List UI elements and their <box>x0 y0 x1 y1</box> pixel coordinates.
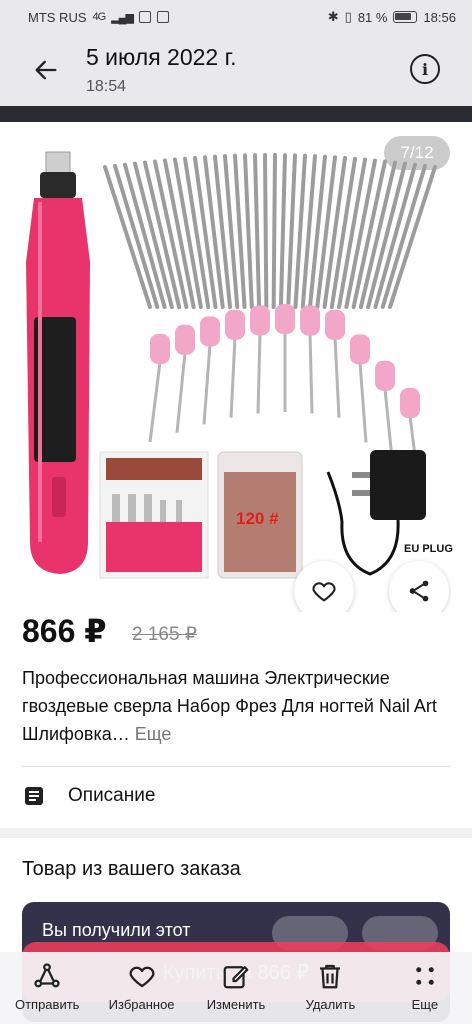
trash-icon <box>320 964 341 989</box>
status-bar: MTS RUS 4G ▂▄▆ ✱ ▯ 81 % 18:56 <box>0 0 472 34</box>
header-divider <box>0 106 472 122</box>
plug-label: EU PLUG <box>404 543 453 555</box>
order-title: Товар из вашего заказа <box>22 858 241 880</box>
price: 866 ₽ <box>22 613 107 649</box>
drill-bit <box>366 161 407 309</box>
network-indicator: 4G <box>92 11 107 23</box>
info-icon: i <box>421 59 429 79</box>
battery-icon <box>393 11 418 23</box>
drill-bits-set <box>103 153 437 309</box>
arrow-left-icon <box>35 60 57 80</box>
more-link[interactable]: Еще <box>135 724 172 744</box>
sanding-stone <box>325 309 345 418</box>
edit-label: Изменить <box>206 997 266 1012</box>
order-card-text: Вы получили этот <box>42 920 191 940</box>
edit-icon <box>223 966 249 989</box>
bits-box <box>99 451 209 579</box>
send-icon <box>34 963 60 988</box>
sanding-stone <box>250 305 270 414</box>
app-notification-icon <box>156 11 169 23</box>
back-button[interactable] <box>28 52 64 88</box>
drill-bit <box>278 153 287 309</box>
sanding-stone <box>175 324 195 433</box>
heart-icon <box>312 582 336 602</box>
description-row[interactable]: Описание <box>22 774 450 818</box>
share-icon <box>409 580 429 602</box>
heart-icon <box>129 966 155 988</box>
divider <box>22 766 450 767</box>
info-button[interactable]: i <box>410 54 440 84</box>
notification-icon <box>138 11 151 23</box>
favorites-button[interactable]: Избранное <box>94 952 188 1024</box>
delete-button[interactable]: Удалить <box>283 952 377 1024</box>
sanding-stone <box>225 309 245 418</box>
signal-icon: ▂▄▆ <box>111 11 134 24</box>
send-label: Отправить <box>14 997 80 1012</box>
more-label: Еще <box>411 997 439 1012</box>
product-description: Профессиональная машина Электрические гв… <box>22 664 442 748</box>
page-subtitle: 18:54 <box>86 78 127 95</box>
drill-bit <box>133 161 174 309</box>
drill-bit <box>243 153 254 309</box>
description-row-label: Описание <box>68 785 156 806</box>
sanding-stone <box>148 334 170 443</box>
old-price: 2 165 ₽ <box>132 624 197 645</box>
bottom-action-bar: Отправить Избранное Изменить Удалить Еще <box>0 952 472 1024</box>
page-title: 5 июля 2022 г. <box>86 44 237 70</box>
sanding-bands-bag: 120 # <box>217 451 303 579</box>
drill-bit <box>253 153 262 309</box>
favorite-button[interactable] <box>294 561 354 612</box>
sanding-stone <box>200 316 220 425</box>
delete-label: Удалить <box>305 997 356 1012</box>
document-icon <box>25 787 43 805</box>
sanding-stone <box>275 304 295 412</box>
share-button[interactable] <box>389 561 449 612</box>
sanding-stone <box>300 305 320 414</box>
nail-drill-pen <box>26 151 90 574</box>
favorites-label: Избранное <box>108 997 175 1012</box>
product-card: 120 # EU PLUG 7/12 866 ₽ 2 165 ₽ Професс… <box>0 122 472 828</box>
bluetooth-icon: ✱ <box>327 9 339 24</box>
send-button[interactable]: Отправить <box>0 952 94 1024</box>
charger-adapter: EU PLUG <box>326 450 468 576</box>
more-icon <box>416 967 434 985</box>
drill-bit <box>263 153 269 309</box>
image-counter: 7/12 <box>384 136 450 170</box>
clock: 18:56 <box>423 9 456 25</box>
bag-label: 120 # <box>236 509 279 528</box>
battery-level: 81 % <box>357 9 388 25</box>
drill-bit <box>286 153 297 309</box>
product-photo: 120 # EU PLUG <box>26 151 468 579</box>
edit-button[interactable]: Изменить <box>189 952 283 1024</box>
sanding-stone <box>350 334 370 443</box>
vibrate-icon: ▯ <box>344 9 352 24</box>
more-button[interactable]: Еще <box>378 952 472 1024</box>
description-text: Профессиональная машина Электрические гв… <box>22 668 437 744</box>
drill-bit <box>271 153 277 309</box>
carrier-label: MTS RUS <box>28 9 87 25</box>
product-image[interactable]: 120 # EU PLUG 7/12 <box>0 122 472 612</box>
app-header: 5 июля 2022 г. 18:54 i <box>0 34 472 106</box>
